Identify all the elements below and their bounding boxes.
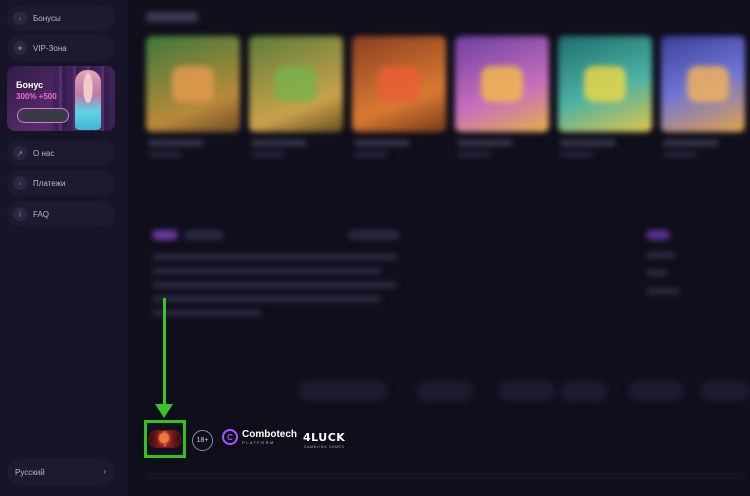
highlighted-provider-logo[interactable] [144,420,186,458]
sidebar-item-about[interactable]: ➚ О нас [7,140,115,166]
footer-button[interactable] [498,380,556,402]
section-title-placeholder [146,12,198,22]
divider [146,474,746,478]
rocket-icon: ➚ [13,146,27,160]
main-content [128,0,750,496]
sidebar-item-label: VIP-Зона [33,43,67,53]
combotech-icon: C [222,429,238,445]
game-caption [663,140,719,146]
side-heading [646,230,670,240]
sidebar-item-label: FAQ [33,209,50,219]
game-subcaption [457,152,491,157]
game-subcaption [148,152,182,157]
age-restriction-badge: 18+ [192,430,213,451]
promo-title: Бонус [16,80,44,90]
sidebar-item-payments[interactable]: ◦ Платежи [7,170,115,196]
game-caption [560,140,616,146]
language-selector[interactable]: Русский › [7,459,115,485]
footer-button[interactable] [700,380,750,402]
sidebar-item-vip[interactable]: ✶ VIP-Зона [7,35,115,61]
footer-button[interactable] [628,380,684,402]
text-line [152,310,262,316]
game-caption [457,140,513,146]
fourluck-logo[interactable]: 4LUCK GAMBLING GAMES [303,431,345,449]
annotation-arrow-line [163,298,166,406]
provider-logo-icon [149,430,181,448]
promo-subtitle: 300% +500 [16,92,57,101]
sidebar: ◦ Бонусы ✶ VIP-Зона Бонус 300% +500 ➚ О … [0,0,128,496]
text-line [152,282,398,288]
game-subcaption [354,152,388,157]
text-line [152,296,382,302]
sidebar-item-bonuses[interactable]: ◦ Бонусы [7,5,115,31]
game-card[interactable] [352,36,446,132]
sparkle-icon: ✶ [13,41,27,55]
game-card[interactable] [661,36,745,132]
game-card[interactable] [455,36,549,132]
fourluck-name: 4LUCK [303,431,346,444]
language-label: Русский [15,467,45,477]
tab-pill-active[interactable] [152,230,178,240]
annotation-arrow-head [155,404,173,418]
game-caption [148,140,204,146]
game-subcaption [251,152,285,157]
footer-button[interactable] [416,380,474,402]
promo-button[interactable] [17,108,69,123]
footer-button[interactable] [560,380,608,402]
game-card[interactable] [558,36,652,132]
text-line [646,252,676,258]
chevron-right-icon: › [103,466,106,476]
info-icon: i [13,207,27,221]
sidebar-item-label: Бонусы [33,13,61,23]
game-subcaption [560,152,594,157]
wallet-icon: ◦ [13,176,27,190]
footer-button[interactable] [298,380,388,402]
game-caption [251,140,307,146]
tab-pill[interactable] [184,230,224,240]
bonus-promo-card[interactable]: Бонус 300% +500 [7,66,115,131]
text-line [646,288,680,294]
sidebar-item-label: О нас [33,148,55,158]
game-card[interactable] [146,36,240,132]
game-card[interactable] [249,36,343,132]
sidebar-item-label: Платежи [33,178,66,188]
text-line [152,268,382,274]
text-line [152,254,398,260]
text-line [646,270,668,276]
game-subcaption [663,152,697,157]
combotech-logo[interactable]: C Combotech PLATFORM [222,429,297,445]
gift-icon: ◦ [13,11,27,25]
sidebar-item-faq[interactable]: i FAQ [7,201,115,227]
promo-character-image [75,70,101,130]
game-caption [354,140,410,146]
combotech-name: Combotech [242,428,297,440]
fourluck-sub: GAMBLING GAMES [303,445,345,449]
tab-pill[interactable] [348,230,400,240]
combotech-sub: PLATFORM [242,439,275,445]
